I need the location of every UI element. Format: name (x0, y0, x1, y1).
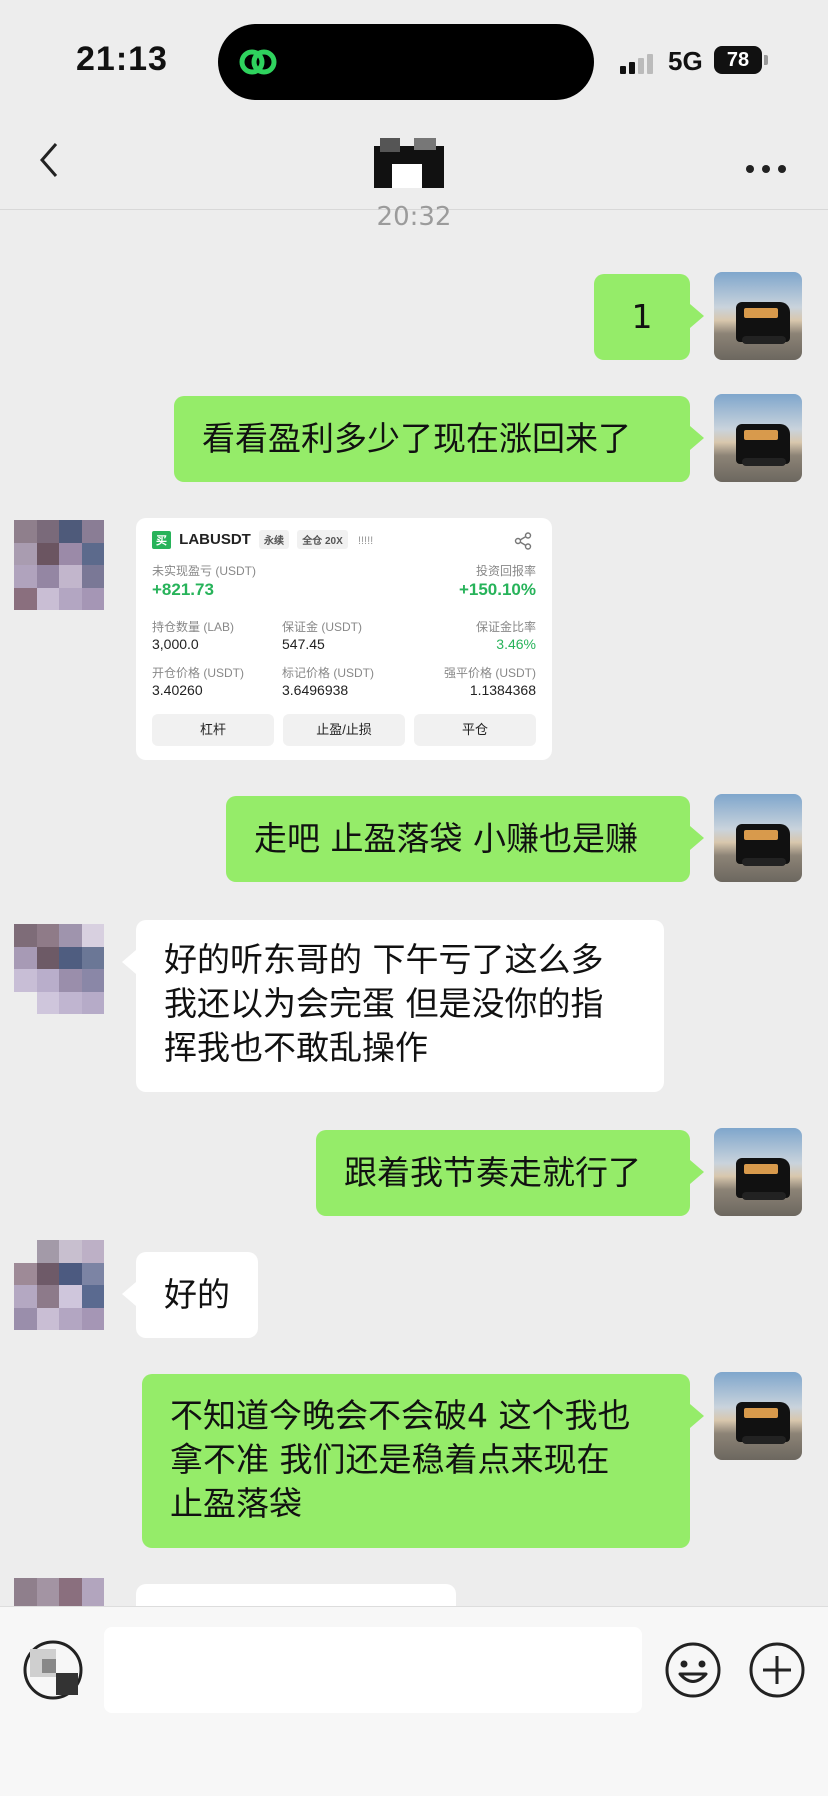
contact-avatar[interactable] (14, 924, 104, 1014)
battery-icon: 78 (714, 46, 762, 74)
status-bar: 21:13 5G 78 (0, 0, 828, 110)
message-line: 好的听东哥的 下午亏了这么多 (164, 940, 604, 979)
roi-label: 投资回报率 (475, 564, 536, 578)
bubble-tail (122, 950, 136, 974)
bubble-tail (690, 304, 704, 328)
perp-pill: 永续 (259, 530, 290, 549)
unrealized-label: 未实现盈亏 (USDT) (152, 564, 256, 578)
my-avatar[interactable] (714, 272, 802, 360)
mark-price-label: 标记价格 (USDT) (282, 666, 374, 680)
liq-price-value: 1.1384368 (469, 682, 536, 698)
message-bubble-me[interactable]: 不知道今晚会不会破4 这个我也 拿不准 我们还是稳着点来现在 止盈落袋 (142, 1374, 690, 1548)
emoji-icon[interactable] (664, 1641, 722, 1699)
more-icon[interactable] (746, 156, 786, 174)
position-label: 持仓数量 (LAB) (152, 620, 235, 634)
message-bubble-me[interactable]: 走吧 止盈落袋 小赚也是赚 (226, 796, 690, 882)
message-line: 拿不准 我们还是稳着点来现在 (170, 1440, 610, 1479)
message-bubble-other[interactable]: 好的 (136, 1252, 258, 1338)
message-text: 1 (631, 297, 653, 336)
blurred-title-image (374, 138, 444, 188)
link-app-icon (239, 49, 277, 75)
position-value: 3,000.0 (152, 636, 199, 652)
message-text: 看看盈利多少了现在涨回来了 (202, 419, 631, 458)
unrealized-value: +821.73 (152, 580, 214, 599)
contact-avatar[interactable] (14, 1240, 104, 1330)
battery-cap (764, 55, 768, 65)
margin-ratio-value: 3.46% (496, 636, 536, 652)
message-bubble-me[interactable]: 看看盈利多少了现在涨回来了 (174, 396, 690, 482)
message-bubble-other[interactable] (136, 1584, 456, 1606)
message-input[interactable] (104, 1627, 642, 1713)
leverage-bars: !!!!! (357, 535, 374, 547)
margin-ratio-label: 保证金比率 (475, 620, 536, 634)
chat-input-bar (0, 1606, 828, 1796)
message-bubble-me[interactable]: 1 (594, 274, 690, 360)
margin-mode-pill: 全仓 20X (297, 530, 348, 549)
share-icon[interactable] (514, 532, 532, 550)
bubble-tail (122, 1282, 136, 1306)
signal-icon (620, 52, 660, 74)
message-line: 挥我也不敢乱操作 (164, 1028, 428, 1067)
chat-title (374, 138, 444, 188)
mark-price-value: 3.6496938 (282, 682, 349, 698)
roi-value: +150.10% (458, 580, 536, 599)
trade-symbol: LABUSDT (179, 531, 251, 548)
message-text: 好的 (164, 1275, 230, 1314)
message-line: 止盈落袋 (170, 1484, 302, 1523)
bubble-tail (690, 826, 704, 850)
my-avatar[interactable] (714, 1128, 802, 1216)
margin-label: 保证金 (USDT) (282, 620, 362, 634)
entry-price-value: 3.40260 (152, 682, 203, 698)
message-line: 不知道今晚会不会破4 这个我也 (170, 1396, 631, 1435)
liq-price-label: 强平价格 (USDT) (444, 666, 536, 680)
bubble-tail (690, 1160, 704, 1184)
contact-avatar[interactable] (14, 520, 104, 610)
message-timestamp: 20:32 (376, 202, 452, 232)
network-label: 5G (668, 46, 703, 76)
bubble-tail (690, 1404, 704, 1428)
status-time: 21:13 (76, 40, 168, 78)
my-avatar[interactable] (714, 794, 802, 882)
bubble-tail (690, 426, 704, 450)
voice-icon[interactable] (22, 1639, 84, 1701)
my-avatar[interactable] (714, 394, 802, 482)
message-bubble-me[interactable]: 跟着我节奏走就行了 (316, 1130, 690, 1216)
message-text: 走吧 止盈落袋 小赚也是赚 (254, 819, 638, 858)
tp-sl-button[interactable]: 止盈/止损 (283, 714, 405, 746)
plus-icon[interactable] (748, 1641, 806, 1699)
message-line: 我还以为会完蛋 但是没你的指 (164, 984, 604, 1023)
entry-price-label: 开仓价格 (USDT) (152, 666, 244, 680)
chevron-left-icon[interactable] (36, 140, 62, 180)
chat-header (0, 110, 828, 210)
leverage-button[interactable]: 杠杆 (152, 714, 274, 746)
contact-avatar[interactable] (14, 1578, 104, 1606)
message-bubble-other[interactable]: 好的听东哥的 下午亏了这么多 我还以为会完蛋 但是没你的指 挥我也不敢乱操作 (136, 920, 664, 1092)
trade-position-card[interactable]: 买 LABUSDT 永续 全仓 20X !!!!! 未实现盈亏 (USDT) +… (136, 518, 552, 760)
close-position-button[interactable]: 平仓 (414, 714, 536, 746)
my-avatar[interactable] (714, 1372, 802, 1460)
margin-value: 547.45 (282, 636, 325, 652)
dynamic-island (218, 24, 594, 100)
buy-tag: 买 (152, 531, 171, 549)
message-text: 跟着我节奏走就行了 (344, 1153, 641, 1192)
